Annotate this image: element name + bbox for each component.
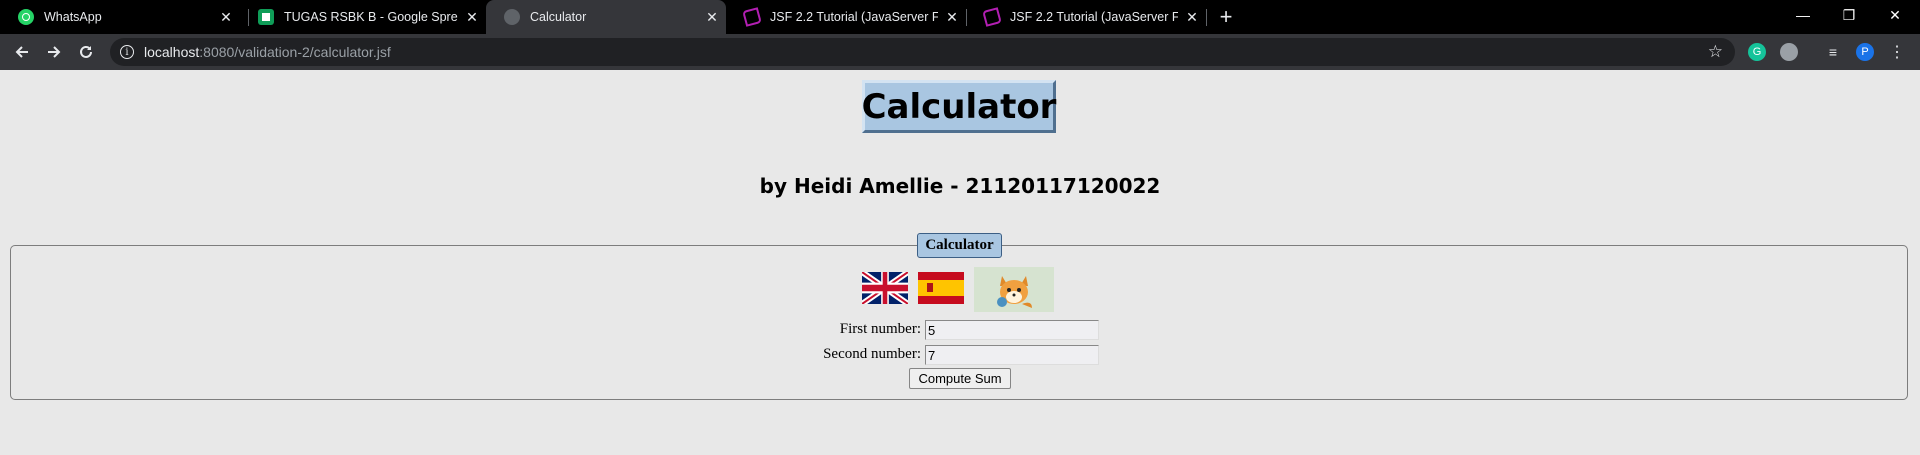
page-content: Calculator by Heidi Amellie - 2112011712… [0, 70, 1920, 455]
second-number-label: Second number: [823, 346, 921, 362]
tab-jsf-tutorial-2[interactable]: JSF 2.2 Tutorial (JavaServer Faces) ✕ [966, 0, 1206, 34]
tab-title: Calculator [530, 10, 587, 24]
google-sheets-icon [258, 9, 274, 25]
url-path: :8080/validation-2/calculator.jsf [199, 44, 391, 60]
first-number-label: First number: [839, 321, 921, 337]
second-number-input[interactable]: 7 [925, 345, 1099, 365]
close-window-button[interactable]: ✕ [1872, 0, 1918, 30]
tab-close-icon[interactable]: ✕ [698, 9, 726, 26]
back-arrow-icon[interactable] [8, 38, 36, 66]
tab-title: JSF 2.2 Tutorial (JavaServer Faces) [770, 10, 938, 24]
tab-separator [1206, 9, 1207, 26]
browser-toolbar: i localhost:8080/validation-2/calculator… [0, 34, 1920, 70]
extension-icon[interactable] [1780, 43, 1798, 61]
whatsapp-icon [18, 9, 34, 25]
tab-whatsapp[interactable]: WhatsApp ✕ [0, 0, 240, 34]
jsf-icon [742, 7, 762, 27]
cartoon-fox-icon [974, 267, 1054, 312]
address-bar[interactable]: i localhost:8080/validation-2/calculator… [110, 38, 1735, 66]
forward-arrow-icon[interactable] [40, 38, 68, 66]
tab-title: JSF 2.2 Tutorial (JavaServer Faces) [1010, 10, 1178, 24]
tab-title: TUGAS RSBK B - Google Spreadsheet [284, 10, 458, 24]
tab-close-icon[interactable]: ✕ [1178, 9, 1206, 26]
bookmark-star-icon[interactable]: ☆ [1708, 42, 1723, 62]
tab-jsf-tutorial-1[interactable]: JSF 2.2 Tutorial (JavaServer Faces) ✕ [726, 0, 966, 34]
reload-icon[interactable] [72, 38, 100, 66]
globe-icon [504, 9, 520, 25]
url-host: localhost [144, 44, 200, 60]
page-heading: Calculator [862, 80, 1056, 133]
tab-calculator[interactable]: Calculator ✕ [486, 0, 726, 34]
minimize-button[interactable]: — [1780, 0, 1826, 30]
menu-kebab-icon[interactable]: ⋮ [1888, 43, 1906, 61]
spanish-flag-icon[interactable] [918, 272, 964, 304]
page-subtitle: by Heidi Amellie - 21120117120022 [759, 174, 1161, 198]
fieldset-legend: Calculator [917, 233, 1002, 258]
site-info-icon[interactable]: i [120, 45, 134, 59]
tab-title: WhatsApp [44, 10, 102, 24]
tab-close-icon[interactable]: ✕ [938, 9, 966, 26]
first-number-input[interactable]: 5 [925, 320, 1099, 340]
profile-avatar[interactable]: P [1856, 43, 1874, 61]
tab-close-icon[interactable]: ✕ [458, 9, 486, 26]
tab-spreadsheet[interactable]: TUGAS RSBK B - Google Spreadsheet ✕ [240, 0, 486, 34]
compute-sum-button[interactable]: Compute Sum [909, 368, 1011, 389]
jsf-icon [982, 7, 1002, 27]
tab-strip: WhatsApp ✕ TUGAS RSBK B - Google Spreads… [0, 0, 1920, 34]
new-tab-button[interactable]: + [1212, 0, 1240, 34]
english-flag-icon[interactable] [862, 272, 908, 304]
media-queue-icon[interactable]: ≡ [1824, 43, 1842, 61]
grammarly-icon[interactable]: G [1748, 43, 1766, 61]
restore-button[interactable]: ❐ [1826, 0, 1872, 30]
tab-close-icon[interactable]: ✕ [212, 9, 240, 26]
